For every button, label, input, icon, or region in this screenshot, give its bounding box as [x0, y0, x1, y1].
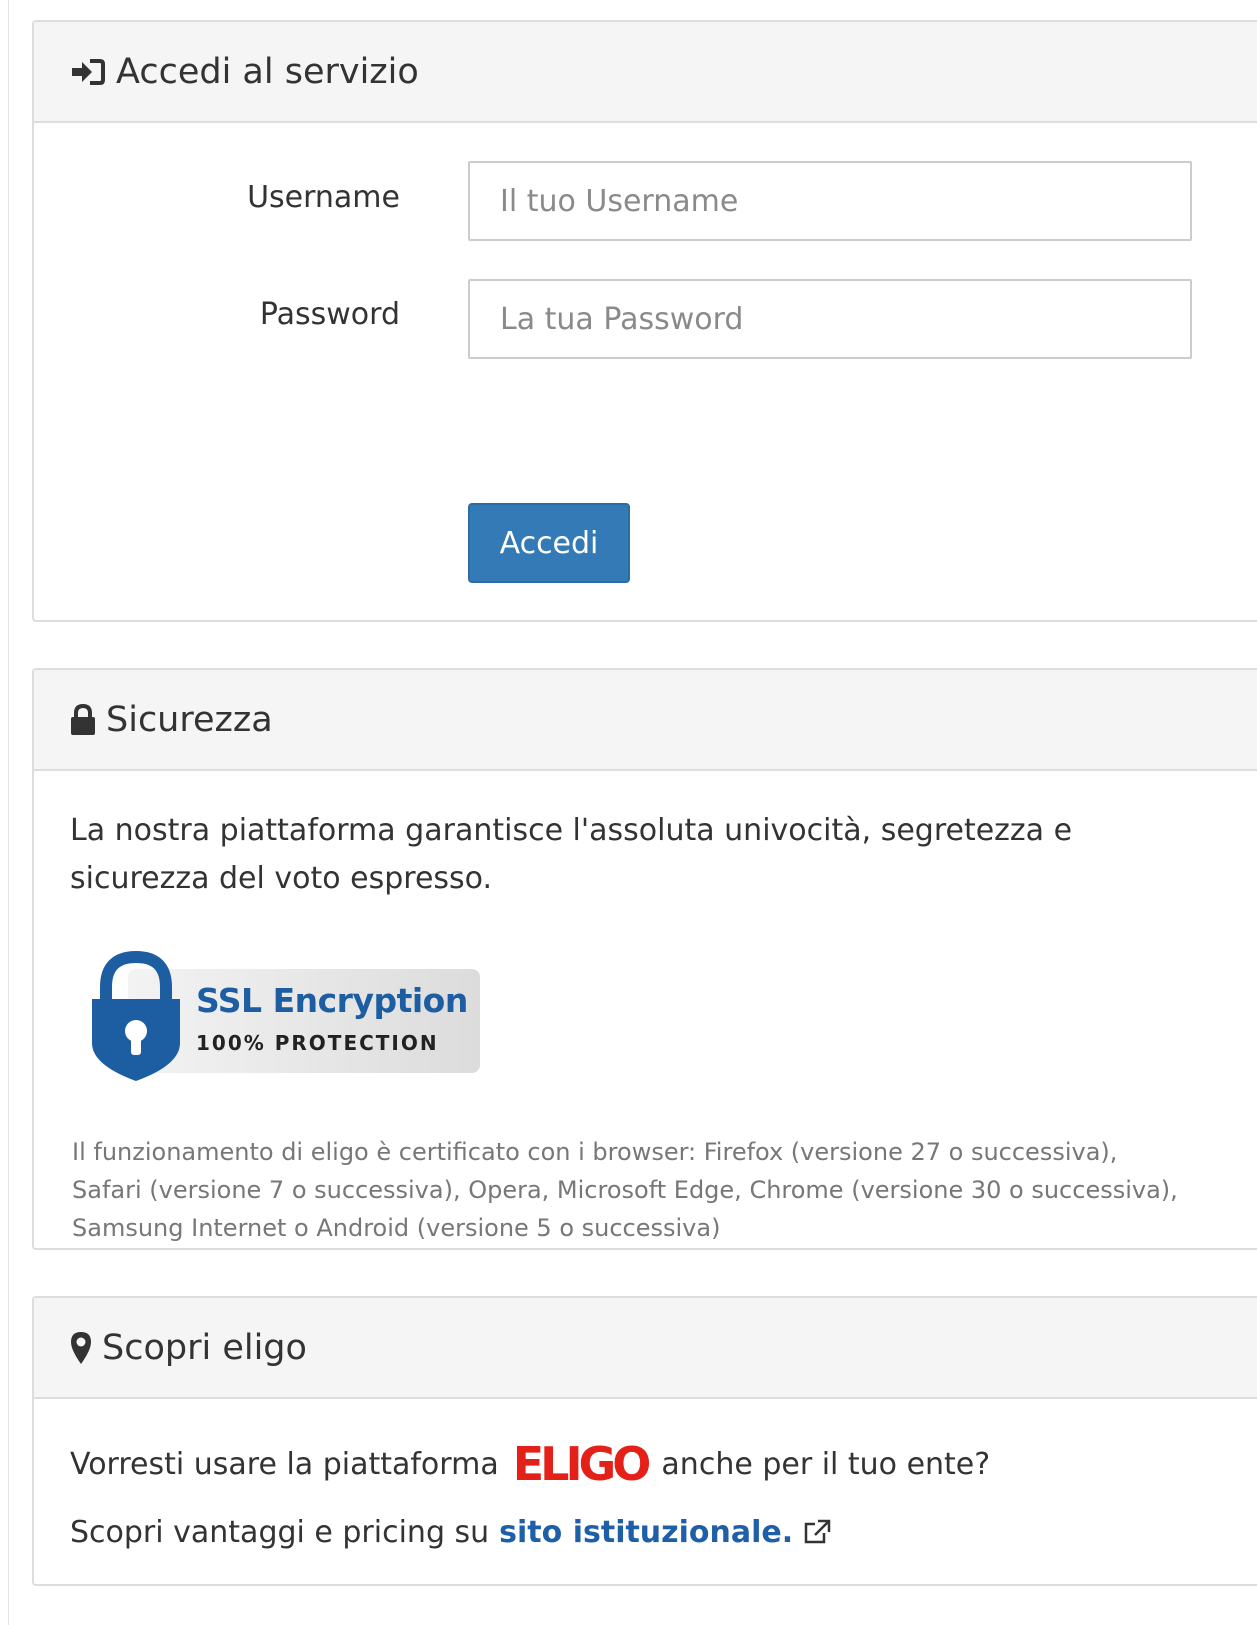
- discover-panel-title: Scopri eligo: [102, 1327, 307, 1368]
- discover-panel: Scopri eligo Vorresti usare la piattafor…: [32, 1296, 1257, 1586]
- password-label: Password: [259, 297, 400, 332]
- discover-body: Vorresti usare la piattaforma ELIGO anch…: [34, 1399, 1257, 1561]
- security-panel-title: Sicurezza: [106, 699, 273, 740]
- institutional-site-link[interactable]: sito istituzionale.: [499, 1515, 793, 1550]
- login-button[interactable]: Accedi: [468, 503, 630, 583]
- security-description: La nostra piattaforma garantisce l'assol…: [70, 813, 1073, 896]
- login-panel: Accedi al servizio Username Password Acc…: [32, 20, 1257, 622]
- discover-panel-heading: Scopri eligo: [34, 1298, 1257, 1399]
- security-panel: Sicurezza La nostra piattaforma garantis…: [32, 668, 1257, 1250]
- username-label: Username: [247, 180, 400, 215]
- discover-line-2: Scopri vantaggi e pricing su sito istitu…: [70, 1503, 1221, 1561]
- password-input[interactable]: [468, 279, 1192, 359]
- login-form: Username Password Accedi: [34, 123, 1257, 620]
- security-body: La nostra piattaforma garantisce l'assol…: [34, 771, 1257, 1247]
- eligo-logo: ELIGO: [512, 1437, 652, 1491]
- external-link-icon[interactable]: [803, 1519, 831, 1545]
- discover-text-after-logo: anche per il tuo ente?: [661, 1446, 991, 1482]
- map-marker-icon: [70, 1331, 92, 1365]
- sign-in-icon: [70, 57, 106, 87]
- ssl-badge: SSL Encryption 100% PROTECTION: [88, 951, 480, 1083]
- discover-pricing-text: Scopri vantaggi e pricing su: [70, 1514, 490, 1550]
- discover-text-before-logo: Vorresti usare la piattaforma: [70, 1446, 499, 1482]
- login-panel-heading: Accedi al servizio: [34, 22, 1257, 123]
- page-left-edge: [0, 0, 9, 1625]
- security-panel-heading: Sicurezza: [34, 670, 1257, 771]
- ssl-badge-subtitle: 100% PROTECTION: [196, 1031, 439, 1055]
- username-input[interactable]: [468, 161, 1192, 241]
- ssl-badge-title: SSL Encryption: [196, 981, 468, 1020]
- browser-compatibility-note: Il funzionamento di eligo è certificato …: [72, 1138, 1178, 1242]
- discover-line-1: Vorresti usare la piattaforma ELIGO anch…: [70, 1435, 1221, 1493]
- login-panel-title: Accedi al servizio: [116, 51, 419, 92]
- lock-icon: [70, 703, 96, 736]
- ssl-lock-icon: [92, 951, 180, 1081]
- content-column: Accedi al servizio Username Password Acc…: [32, 20, 1257, 1586]
